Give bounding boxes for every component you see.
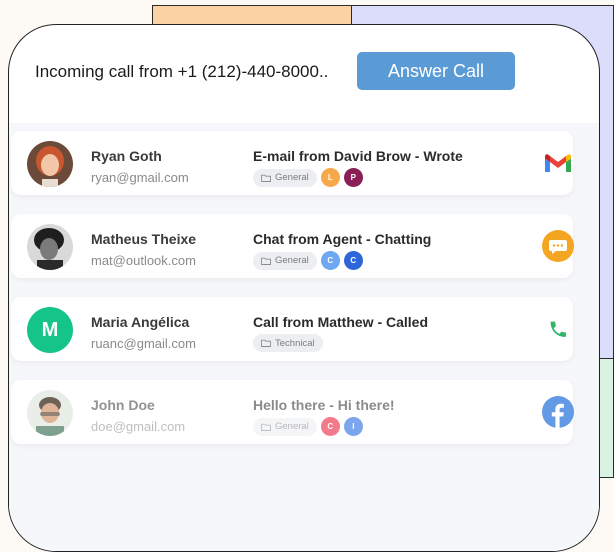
avatar [27,390,73,436]
folder-icon [261,423,271,431]
conversation-row[interactable]: Ryan Goth ryan@gmail.com E-mail from Dav… [11,131,573,195]
incoming-call-text: Incoming call from +1 (212)-440-8000.. [35,62,329,81]
tag-list: General L P [253,168,363,187]
conversation-subject: Chat from Agent - Chatting [253,231,432,247]
agent-badge: C [320,417,340,436]
contact-name: Maria Angélica [91,314,190,330]
folder-tag-label: General [275,172,309,183]
agent-badge: I [343,417,363,436]
conversation-subject: Hello there - Hi there! [253,397,395,413]
folder-tag[interactable]: General [253,417,317,436]
agent-badge: P [343,168,363,187]
conversation-row[interactable]: M Maria Angélica ruanc@gmail.com Call fr… [11,297,573,361]
folder-tag-label: Technical [275,337,315,349]
conversation-row[interactable]: John Doe doe@gmail.com Hello there - Hi … [11,380,575,444]
folder-tag-label: General [275,421,309,432]
conversation-subject: E-mail from David Brow - Wrote [253,148,463,164]
tag-list: General C I [253,417,363,436]
incoming-call-bar: Incoming call from +1 (212)-440-8000.. A… [9,25,599,125]
folder-icon [261,339,271,347]
contact-email: doe@gmail.com [91,419,186,434]
gmail-icon [541,146,575,180]
chat-icon [541,229,575,263]
agent-badge: C [343,251,363,270]
folder-tag[interactable]: Technical [253,334,323,352]
avatar [27,141,73,187]
contact-email: ruanc@gmail.com [91,336,196,351]
agent-badge: C [320,251,340,270]
contact-email: mat@outlook.com [91,253,196,268]
tag-list: Technical [253,334,323,352]
contact-name: John Doe [91,397,155,413]
answer-call-button[interactable]: Answer Call [357,52,515,90]
conversation-subject: Call from Matthew - Called [253,314,429,330]
facebook-icon [541,395,575,429]
avatar: M [27,307,73,353]
tag-list: General C C [253,251,363,270]
folder-icon [261,257,271,265]
phone-icon [541,312,575,346]
contact-name: Ryan Goth [91,148,162,164]
folder-icon [261,174,271,182]
agent-badge: L [320,168,340,187]
contact-email: ryan@gmail.com [91,170,189,185]
avatar [27,224,73,270]
folder-tag[interactable]: General [253,168,317,187]
folder-tag[interactable]: General [253,251,317,270]
folder-tag-label: General [275,255,309,266]
contact-center-card: Incoming call from +1 (212)-440-8000.. A… [8,24,600,552]
conversation-row[interactable]: Matheus Theixe mat@outlook.com Chat from… [11,214,575,278]
contact-name: Matheus Theixe [91,231,197,247]
conversation-list: Ryan Goth ryan@gmail.com E-mail from Dav… [9,123,599,551]
